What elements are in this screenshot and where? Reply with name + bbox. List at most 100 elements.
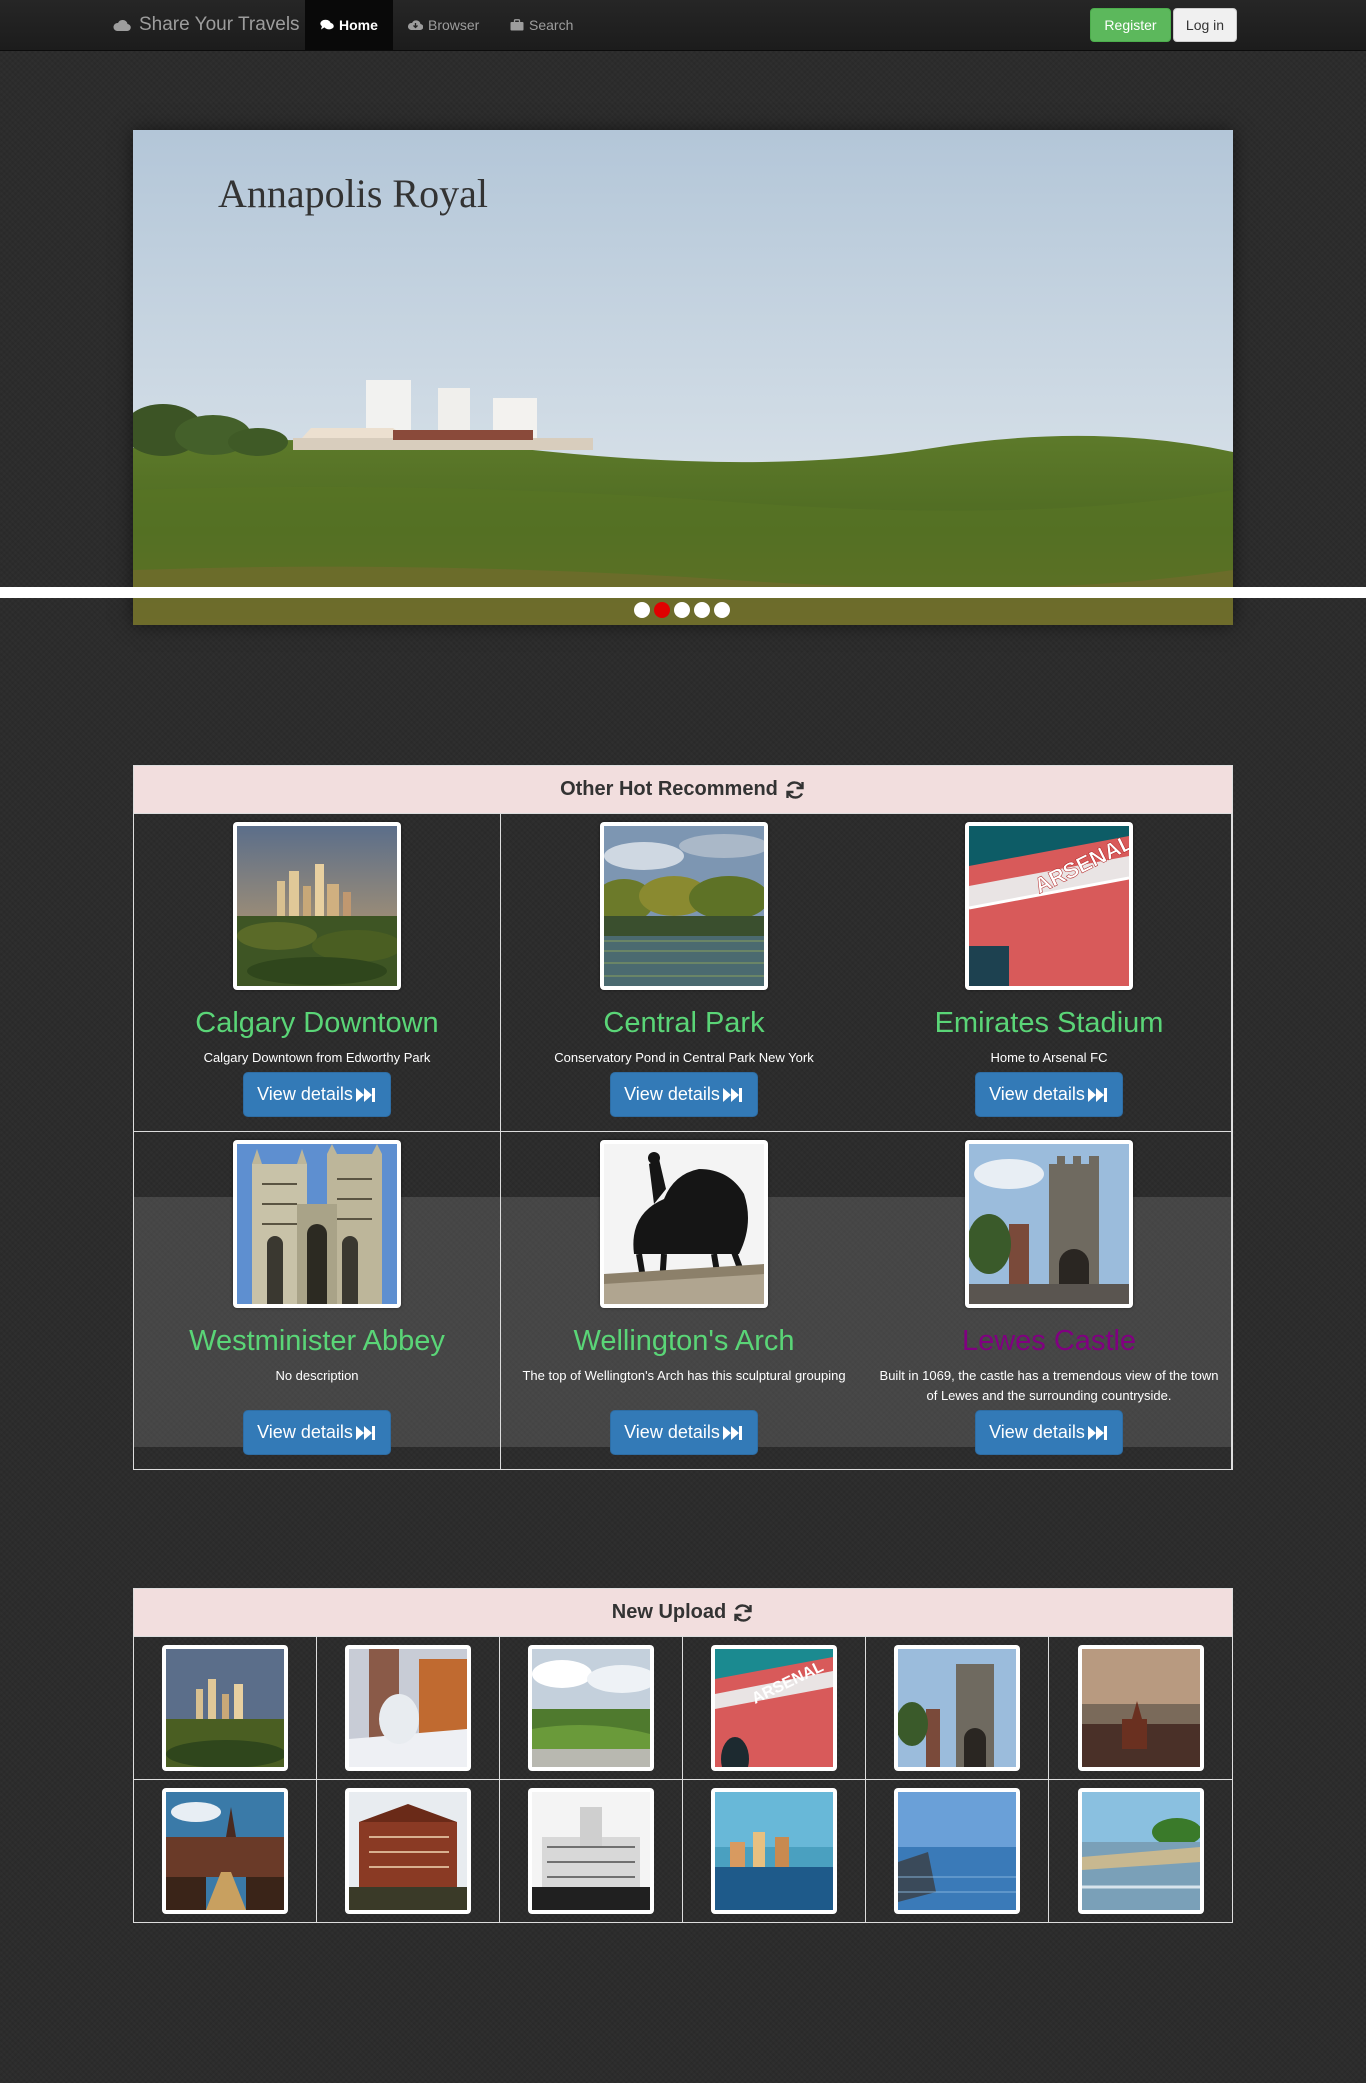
- red-building-image: [349, 1792, 467, 1910]
- upload-item: [866, 1780, 1049, 1922]
- comments-icon: [320, 19, 334, 30]
- arsenal-sign-image: ARSENAL: [969, 826, 1129, 986]
- upload-item: [866, 1637, 1049, 1780]
- upload-thumbnail[interactable]: [528, 1788, 654, 1914]
- view-details-label: View details: [624, 1422, 720, 1442]
- upload-item: [683, 1780, 866, 1922]
- fast-forward-icon: [1087, 1087, 1107, 1102]
- view-details-button[interactable]: View details: [243, 1072, 391, 1117]
- login-button[interactable]: Log in: [1173, 8, 1237, 42]
- upload-thumbnail[interactable]: [162, 1645, 288, 1771]
- recommend-thumbnail[interactable]: [600, 1140, 768, 1308]
- upload-grid: ARSENAL: [134, 1637, 1232, 1922]
- recommend-heading: Other Hot Recommend: [134, 766, 1232, 814]
- palm-beach-image: [1081, 1792, 1200, 1910]
- recommend-title[interactable]: Lewes Castle: [962, 1325, 1136, 1358]
- recommend-description: The top of Wellington's Arch has this sc…: [522, 1368, 846, 1383]
- upload-panel: New Upload ARSENAL: [133, 1588, 1233, 1923]
- recommend-thumbnail[interactable]: [233, 822, 401, 990]
- view-details-button[interactable]: View details: [975, 1072, 1123, 1117]
- recommend-description: No description: [275, 1368, 359, 1383]
- nav-search[interactable]: Search: [510, 0, 590, 50]
- recommend-thumbnail[interactable]: [965, 1140, 1133, 1308]
- upload-item: [134, 1780, 317, 1922]
- carousel-divider: [0, 587, 1366, 598]
- upload-heading-text: New Upload: [611, 1601, 727, 1623]
- nav-browser-label: Browser: [428, 17, 480, 33]
- view-details-button[interactable]: View details: [610, 1072, 758, 1117]
- brand-link[interactable]: Share Your Travels: [113, 0, 300, 50]
- upload-item: [317, 1780, 500, 1922]
- carousel-indicators: [634, 602, 730, 618]
- recommend-title[interactable]: Westminister Abbey: [189, 1325, 445, 1358]
- carousel-dot-5[interactable]: [714, 602, 730, 618]
- stone-castle-image: [898, 1649, 1016, 1767]
- upload-item: [500, 1637, 683, 1780]
- carousel-title: Annapolis Royal: [218, 171, 488, 216]
- carousel-dot-2[interactable]: [654, 602, 670, 618]
- refresh-icon[interactable]: [732, 1602, 754, 1624]
- carousel-dot-4[interactable]: [694, 602, 710, 618]
- gothic-abbey-image: [237, 1144, 397, 1304]
- recommend-card: Westminister Abbey No description View d…: [134, 1132, 501, 1469]
- city-skyline-image: [237, 826, 397, 986]
- upload-thumbnail[interactable]: [1077, 1788, 1204, 1914]
- upload-thumbnail[interactable]: [345, 1645, 471, 1771]
- recommend-card: ARSENAL Emirates Stadium Home to Arsenal…: [867, 814, 1232, 1132]
- view-details-label: View details: [257, 1084, 353, 1104]
- view-details-button[interactable]: View details: [975, 1410, 1123, 1455]
- refresh-icon[interactable]: [784, 779, 806, 801]
- brand-name: Share Your Travels: [139, 14, 300, 35]
- park-pond-image: [604, 826, 764, 986]
- snowy-street-image: [349, 1649, 467, 1767]
- recommend-grid: Calgary Downtown Calgary Downtown from E…: [134, 814, 1232, 1469]
- recommend-description: Conservatory Pond in Central Park New Yo…: [554, 1050, 814, 1065]
- recommend-card: Wellington's Arch The top of Wellington'…: [501, 1132, 867, 1469]
- upload-thumbnail[interactable]: [162, 1788, 288, 1914]
- upload-thumbnail[interactable]: [345, 1788, 471, 1914]
- carousel-dot-3[interactable]: [674, 602, 690, 618]
- upload-item: [1049, 1780, 1232, 1922]
- recommend-thumbnail[interactable]: [233, 1140, 401, 1308]
- upload-thumbnail[interactable]: [894, 1788, 1020, 1914]
- recommend-panel: Other Hot Recommend Calgary Downtown Cal…: [133, 765, 1233, 1470]
- view-details-button[interactable]: View details: [243, 1410, 391, 1455]
- fast-forward-icon: [355, 1425, 375, 1440]
- stone-castle-image: [969, 1144, 1129, 1304]
- upload-thumbnail[interactable]: [894, 1645, 1020, 1771]
- upload-thumbnail[interactable]: ARSENAL: [711, 1645, 837, 1771]
- green-fields-image: [532, 1649, 650, 1767]
- view-details-button[interactable]: View details: [610, 1410, 758, 1455]
- upload-thumbnail[interactable]: [528, 1645, 654, 1771]
- navbar: Share Your Travels Home Browser Search R…: [0, 0, 1366, 51]
- nav-browser[interactable]: Browser: [408, 0, 493, 50]
- arsenal-sign-image: ARSENAL: [715, 1649, 833, 1767]
- harbor-town-image: [1081, 1649, 1200, 1767]
- cloud-icon: [113, 19, 131, 31]
- city-skyline-image: [166, 1649, 284, 1767]
- hero-carousel[interactable]: Annapolis Royal: [133, 130, 1233, 625]
- nav-home-label: Home: [339, 17, 378, 33]
- recommend-thumbnail[interactable]: ARSENAL: [965, 822, 1133, 990]
- recommend-title[interactable]: Wellington's Arch: [574, 1325, 795, 1358]
- recommend-title[interactable]: Central Park: [603, 1007, 764, 1040]
- cloud-download-icon: [408, 20, 423, 31]
- upload-item: [317, 1637, 500, 1780]
- recommend-thumbnail[interactable]: [600, 822, 768, 990]
- upload-item: [134, 1637, 317, 1780]
- upload-item: [500, 1780, 683, 1922]
- upload-thumbnail[interactable]: [711, 1788, 837, 1914]
- nav-home[interactable]: Home: [305, 0, 393, 50]
- recommend-title[interactable]: Calgary Downtown: [195, 1007, 438, 1040]
- view-details-label: View details: [624, 1084, 720, 1104]
- recommend-card: Lewes Castle Built in 1069, the castle h…: [867, 1132, 1232, 1469]
- upload-thumbnail[interactable]: [1077, 1645, 1204, 1771]
- carousel-dot-1[interactable]: [634, 602, 650, 618]
- recommend-title[interactable]: Emirates Stadium: [935, 1007, 1164, 1040]
- nav-search-label: Search: [529, 17, 574, 33]
- briefcase-icon: [510, 19, 524, 31]
- recommend-heading-text: Other Hot Recommend: [560, 778, 778, 800]
- register-button[interactable]: Register: [1090, 8, 1171, 42]
- fast-forward-icon: [722, 1087, 742, 1102]
- fast-forward-icon: [355, 1087, 375, 1102]
